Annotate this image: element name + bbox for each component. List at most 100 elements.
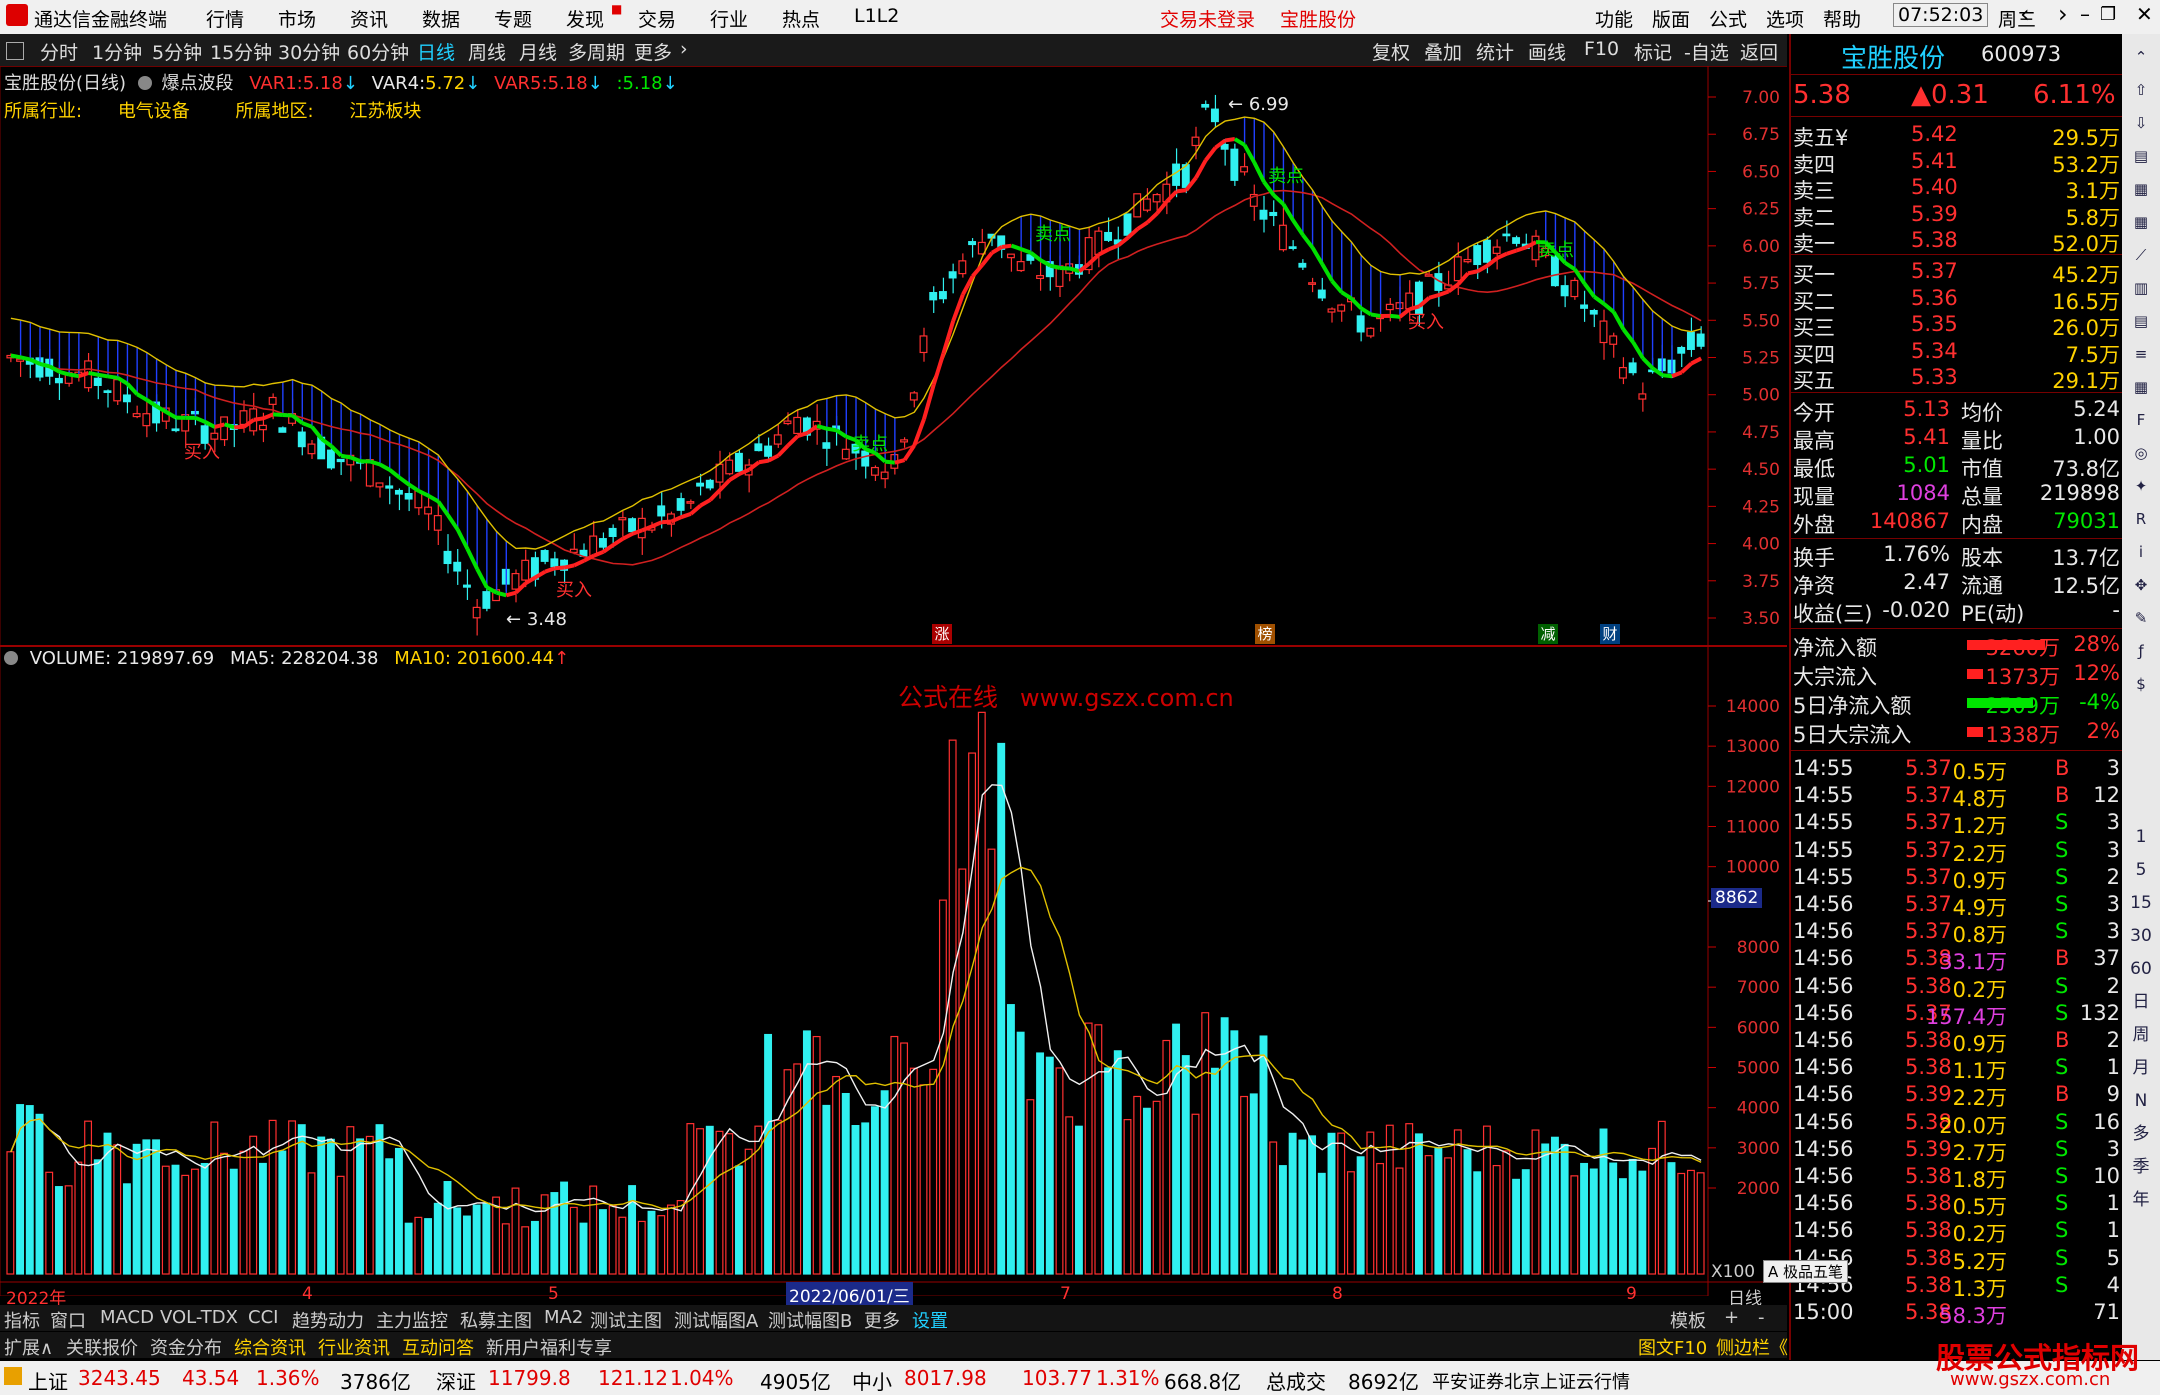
menu-faxian[interactable]: 发现 [566, 5, 604, 32]
tool-biaoji[interactable]: 标记 [1634, 38, 1672, 65]
fund-icon[interactable]: ≡ [2128, 341, 2154, 367]
tab-ceshi-a[interactable]: 测试幅图A [674, 1307, 758, 1333]
chevron-right-icon[interactable]: › [680, 38, 688, 60]
sidebar-period-10[interactable]: 季 [2128, 1154, 2154, 1180]
period-1min[interactable]: 1分钟 [92, 38, 142, 65]
tab-zhuli[interactable]: 主力监控 [376, 1307, 448, 1333]
rsi-icon[interactable]: R [2128, 506, 2154, 532]
period-5min[interactable]: 5分钟 [152, 38, 202, 65]
menu-banmian[interactable]: 版面 [1652, 5, 1690, 32]
period-monthly[interactable]: 月线 [519, 38, 557, 65]
subtab-f10[interactable]: 图文F10 [1638, 1334, 1707, 1360]
panel-toggle-icon[interactable] [6, 42, 24, 60]
tab-add[interactable]: + [1724, 1307, 1739, 1328]
arrow-down-icon[interactable]: ⇩ [2128, 110, 2154, 136]
sz-label[interactable]: 深证 [436, 1366, 476, 1395]
subtab-fuli[interactable]: 新用户福利专享 [486, 1334, 612, 1360]
menu-l1l2[interactable]: L1L2 [854, 5, 899, 27]
menu-xuanxiang[interactable]: 选项 [1766, 5, 1804, 32]
tool-tongji[interactable]: 统计 [1476, 38, 1514, 65]
tab-zhibiao[interactable]: 指标 [4, 1307, 40, 1333]
sidebar-period-1[interactable]: 5 [2128, 857, 2154, 883]
minimize-icon[interactable]: – [2080, 2, 2090, 26]
restore-icon[interactable]: ❐ [2100, 4, 2116, 25]
subtab-zonghe[interactable]: 综合资讯 [234, 1334, 306, 1360]
menu-gongneng[interactable]: 功能 [1595, 5, 1633, 32]
subtab-zijin[interactable]: 资金分布 [150, 1334, 222, 1360]
tool-zixuan[interactable]: -自选 [1684, 38, 1729, 65]
period-weekly[interactable]: 周线 [468, 38, 506, 65]
arrow-up-icon[interactable]: ⌃ [2128, 44, 2154, 70]
period-30min[interactable]: 30分钟 [278, 38, 340, 65]
zx-label[interactable]: 中小 [852, 1366, 892, 1395]
move-icon[interactable]: ✥ [2128, 572, 2154, 598]
period-fenshi[interactable]: 分时 [40, 38, 78, 65]
list-icon[interactable]: ▤ [2128, 143, 2154, 169]
subtab-hudong[interactable]: 互动问答 [402, 1334, 474, 1360]
sidebar-period-7[interactable]: 月 [2128, 1055, 2154, 1081]
sidebar-period-4[interactable]: 60 [2128, 956, 2154, 982]
close-icon[interactable]: ✕ [2136, 2, 2153, 26]
kline-svg[interactable]: 7.00 6.75 6.50 6.25 6.00 5.75 5.50 5.25 5.00 4.75… [0, 66, 1787, 1296]
event-mark-zhang[interactable]: 涨 [932, 624, 952, 644]
event-mark-jian[interactable]: 减 [1538, 624, 1558, 644]
tab-cci[interactable]: CCI [248, 1307, 278, 1328]
subtab-sidebar[interactable]: 侧边栏《 [1716, 1334, 1788, 1360]
event-mark-cai[interactable]: 财 [1600, 624, 1620, 644]
sidebar-period-9[interactable]: 多 [2128, 1121, 2154, 1147]
menu-zhuanti[interactable]: 专题 [494, 5, 532, 32]
sidebar-period-6[interactable]: 周 [2128, 1022, 2154, 1048]
tool-f10[interactable]: F10 [1584, 38, 1619, 60]
sidebar-period-3[interactable]: 30 [2128, 923, 2154, 949]
sidebar-period-8[interactable]: N [2128, 1088, 2154, 1114]
s-icon[interactable]: $ [2128, 671, 2154, 697]
tab-chuangkou[interactable]: 窗口 [50, 1307, 86, 1333]
sh-label[interactable]: 上证 [28, 1366, 68, 1395]
chart-icon[interactable]: ⟋ [2128, 242, 2154, 268]
tab-vol-tdx[interactable]: VOL-TDX [160, 1307, 238, 1328]
period-more[interactable]: 更多 [634, 38, 672, 65]
subtab-guanlian[interactable]: 关联报价 [66, 1334, 138, 1360]
tool-huaxian[interactable]: 画线 [1528, 38, 1566, 65]
subtab-hangye[interactable]: 行业资讯 [318, 1334, 390, 1360]
menu-hangye[interactable]: 行业 [710, 5, 748, 32]
menu-zixun[interactable]: 资讯 [350, 5, 388, 32]
login-status[interactable]: 交易未登录 [1160, 5, 1255, 32]
period-60min[interactable]: 60分钟 [347, 38, 409, 65]
tab-macd[interactable]: MACD [100, 1307, 154, 1328]
sidebar-period-11[interactable]: 年 [2128, 1187, 2154, 1213]
formula-toggle-icon[interactable] [137, 76, 152, 90]
menu-hangqing[interactable]: 行情 [206, 5, 244, 32]
formula-name[interactable]: 爆点波段 [162, 73, 234, 94]
f10-icon[interactable]: F [2128, 407, 2154, 433]
broker-name[interactable]: 平安证券北京上证云行情 [1432, 1368, 1630, 1394]
period-15min[interactable]: 15分钟 [210, 38, 272, 65]
period-daily[interactable]: 日线 [417, 38, 455, 65]
subtab-expand[interactable]: 扩展∧ [4, 1334, 53, 1360]
sidebar-period-5[interactable]: 日 [2128, 989, 2154, 1015]
menu-redian[interactable]: 热点 [782, 5, 820, 32]
arrow-up-icon[interactable]: ⇧ [2128, 77, 2154, 103]
f-icon[interactable]: ƒ [2128, 638, 2154, 664]
doc-icon[interactable]: ▤ [2128, 308, 2154, 334]
ime-status[interactable]: A 极品五笔 [1763, 1260, 1849, 1283]
tool-fanhui[interactable]: 返回 [1740, 38, 1778, 65]
tab-simu[interactable]: 私募主图 [460, 1307, 532, 1333]
volume-toggle-icon[interactable] [4, 651, 18, 665]
forward-icon[interactable]: › [2058, 0, 2068, 28]
back-icon[interactable]: ‹ [2020, 0, 2030, 28]
menu-gongshi[interactable]: 公式 [1709, 5, 1747, 32]
tool-fuquan[interactable]: 复权 [1372, 38, 1410, 65]
menu-shichang[interactable]: 市场 [278, 5, 316, 32]
tab-template[interactable]: 模板 [1670, 1307, 1706, 1333]
tab-remove[interactable]: - [1758, 1307, 1765, 1328]
tab-more[interactable]: 更多 [864, 1307, 900, 1333]
event-mark-bang[interactable]: 榜 [1255, 624, 1275, 644]
tool-diejia[interactable]: 叠加 [1424, 38, 1462, 65]
tab-qushi[interactable]: 趋势动力 [292, 1307, 364, 1333]
sidebar-period-0[interactable]: 1 [2128, 824, 2154, 850]
menu-bangzhu[interactable]: 帮助 [1823, 5, 1861, 32]
kline-chart-area[interactable]: 7.00 6.75 6.50 6.25 6.00 5.75 5.50 5.25 5.00 4.75… [0, 66, 1787, 1309]
candle-icon[interactable]: ▥ [2128, 275, 2154, 301]
sidebar-period-2[interactable]: 15 [2128, 890, 2154, 916]
